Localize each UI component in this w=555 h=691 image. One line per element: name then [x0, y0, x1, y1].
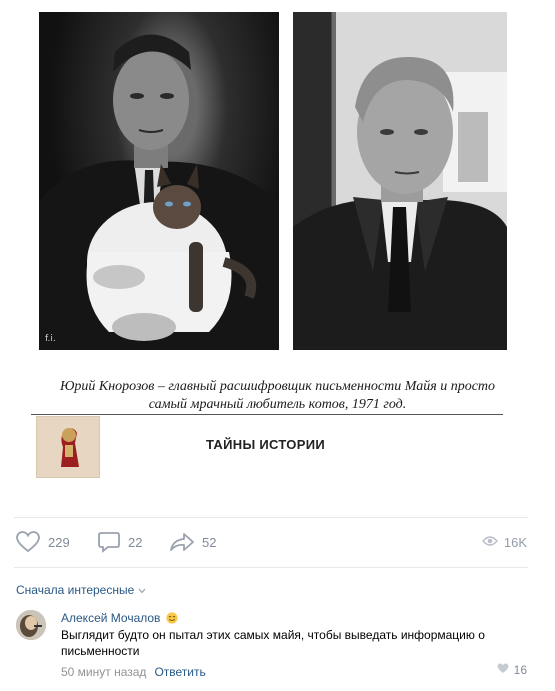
- photo-right-illustration: [293, 57, 507, 350]
- comment-time[interactable]: 50 минут назад: [61, 665, 146, 679]
- photo-left-illustration: [39, 34, 279, 350]
- like-button[interactable]: 229: [16, 530, 70, 554]
- brand-title: ТАЙНЫ ИСТОРИИ: [206, 437, 325, 452]
- comment-button[interactable]: 22: [98, 530, 142, 554]
- comment-count: 22: [128, 534, 143, 550]
- divider: [14, 517, 528, 518]
- post-card: f.i. Юрий Кнорозов – главный расшифровщи…: [0, 0, 555, 691]
- eye-icon: [481, 535, 498, 550]
- views-count: 16K: [503, 534, 527, 550]
- post-photo-left[interactable]: f.i.: [39, 12, 279, 350]
- share-count: 52: [202, 534, 217, 550]
- caption-line-2: самый мрачный любитель котов, 1971 год.: [148, 397, 407, 412]
- post-photo-right[interactable]: [293, 12, 507, 350]
- reply-button[interactable]: Ответить: [154, 665, 205, 679]
- like-count: 229: [48, 534, 70, 550]
- divider: [14, 567, 528, 568]
- comment-meta: 50 минут назад Ответить: [61, 665, 206, 679]
- photo-watermark: f.i.: [45, 334, 56, 344]
- share-button[interactable]: 52: [170, 530, 216, 554]
- knight-icon: [61, 428, 79, 467]
- heart-icon: [16, 531, 40, 553]
- comment-icon: [98, 531, 120, 553]
- comment-text: Выглядит будто он пытал этих самых майя,…: [61, 628, 485, 658]
- caption-line-1: Юрий Кнорозов – главный расшифровщик пис…: [59, 379, 496, 394]
- avatar[interactable]: [16, 610, 46, 640]
- photo-caption: Юрий Кнорозов – главный расшифровщик пис…: [30, 378, 525, 414]
- comments-sort[interactable]: Сначала интересные: [16, 583, 146, 597]
- author-name: Алексей Мочалов: [61, 611, 161, 625]
- caption-divider: [31, 414, 503, 415]
- sort-label: Сначала интересные: [16, 583, 135, 597]
- smiling-face-icon: [166, 612, 179, 624]
- heart-icon: [497, 663, 509, 677]
- comment-like-count: 16: [513, 663, 527, 677]
- views-counter: 16K: [481, 530, 527, 554]
- share-icon: [170, 532, 194, 552]
- brand-logo: [36, 416, 100, 478]
- comment-author[interactable]: Алексей Мочалов: [61, 611, 179, 625]
- chevron-down-icon: [138, 583, 146, 597]
- comment-like-button[interactable]: 16: [497, 663, 527, 677]
